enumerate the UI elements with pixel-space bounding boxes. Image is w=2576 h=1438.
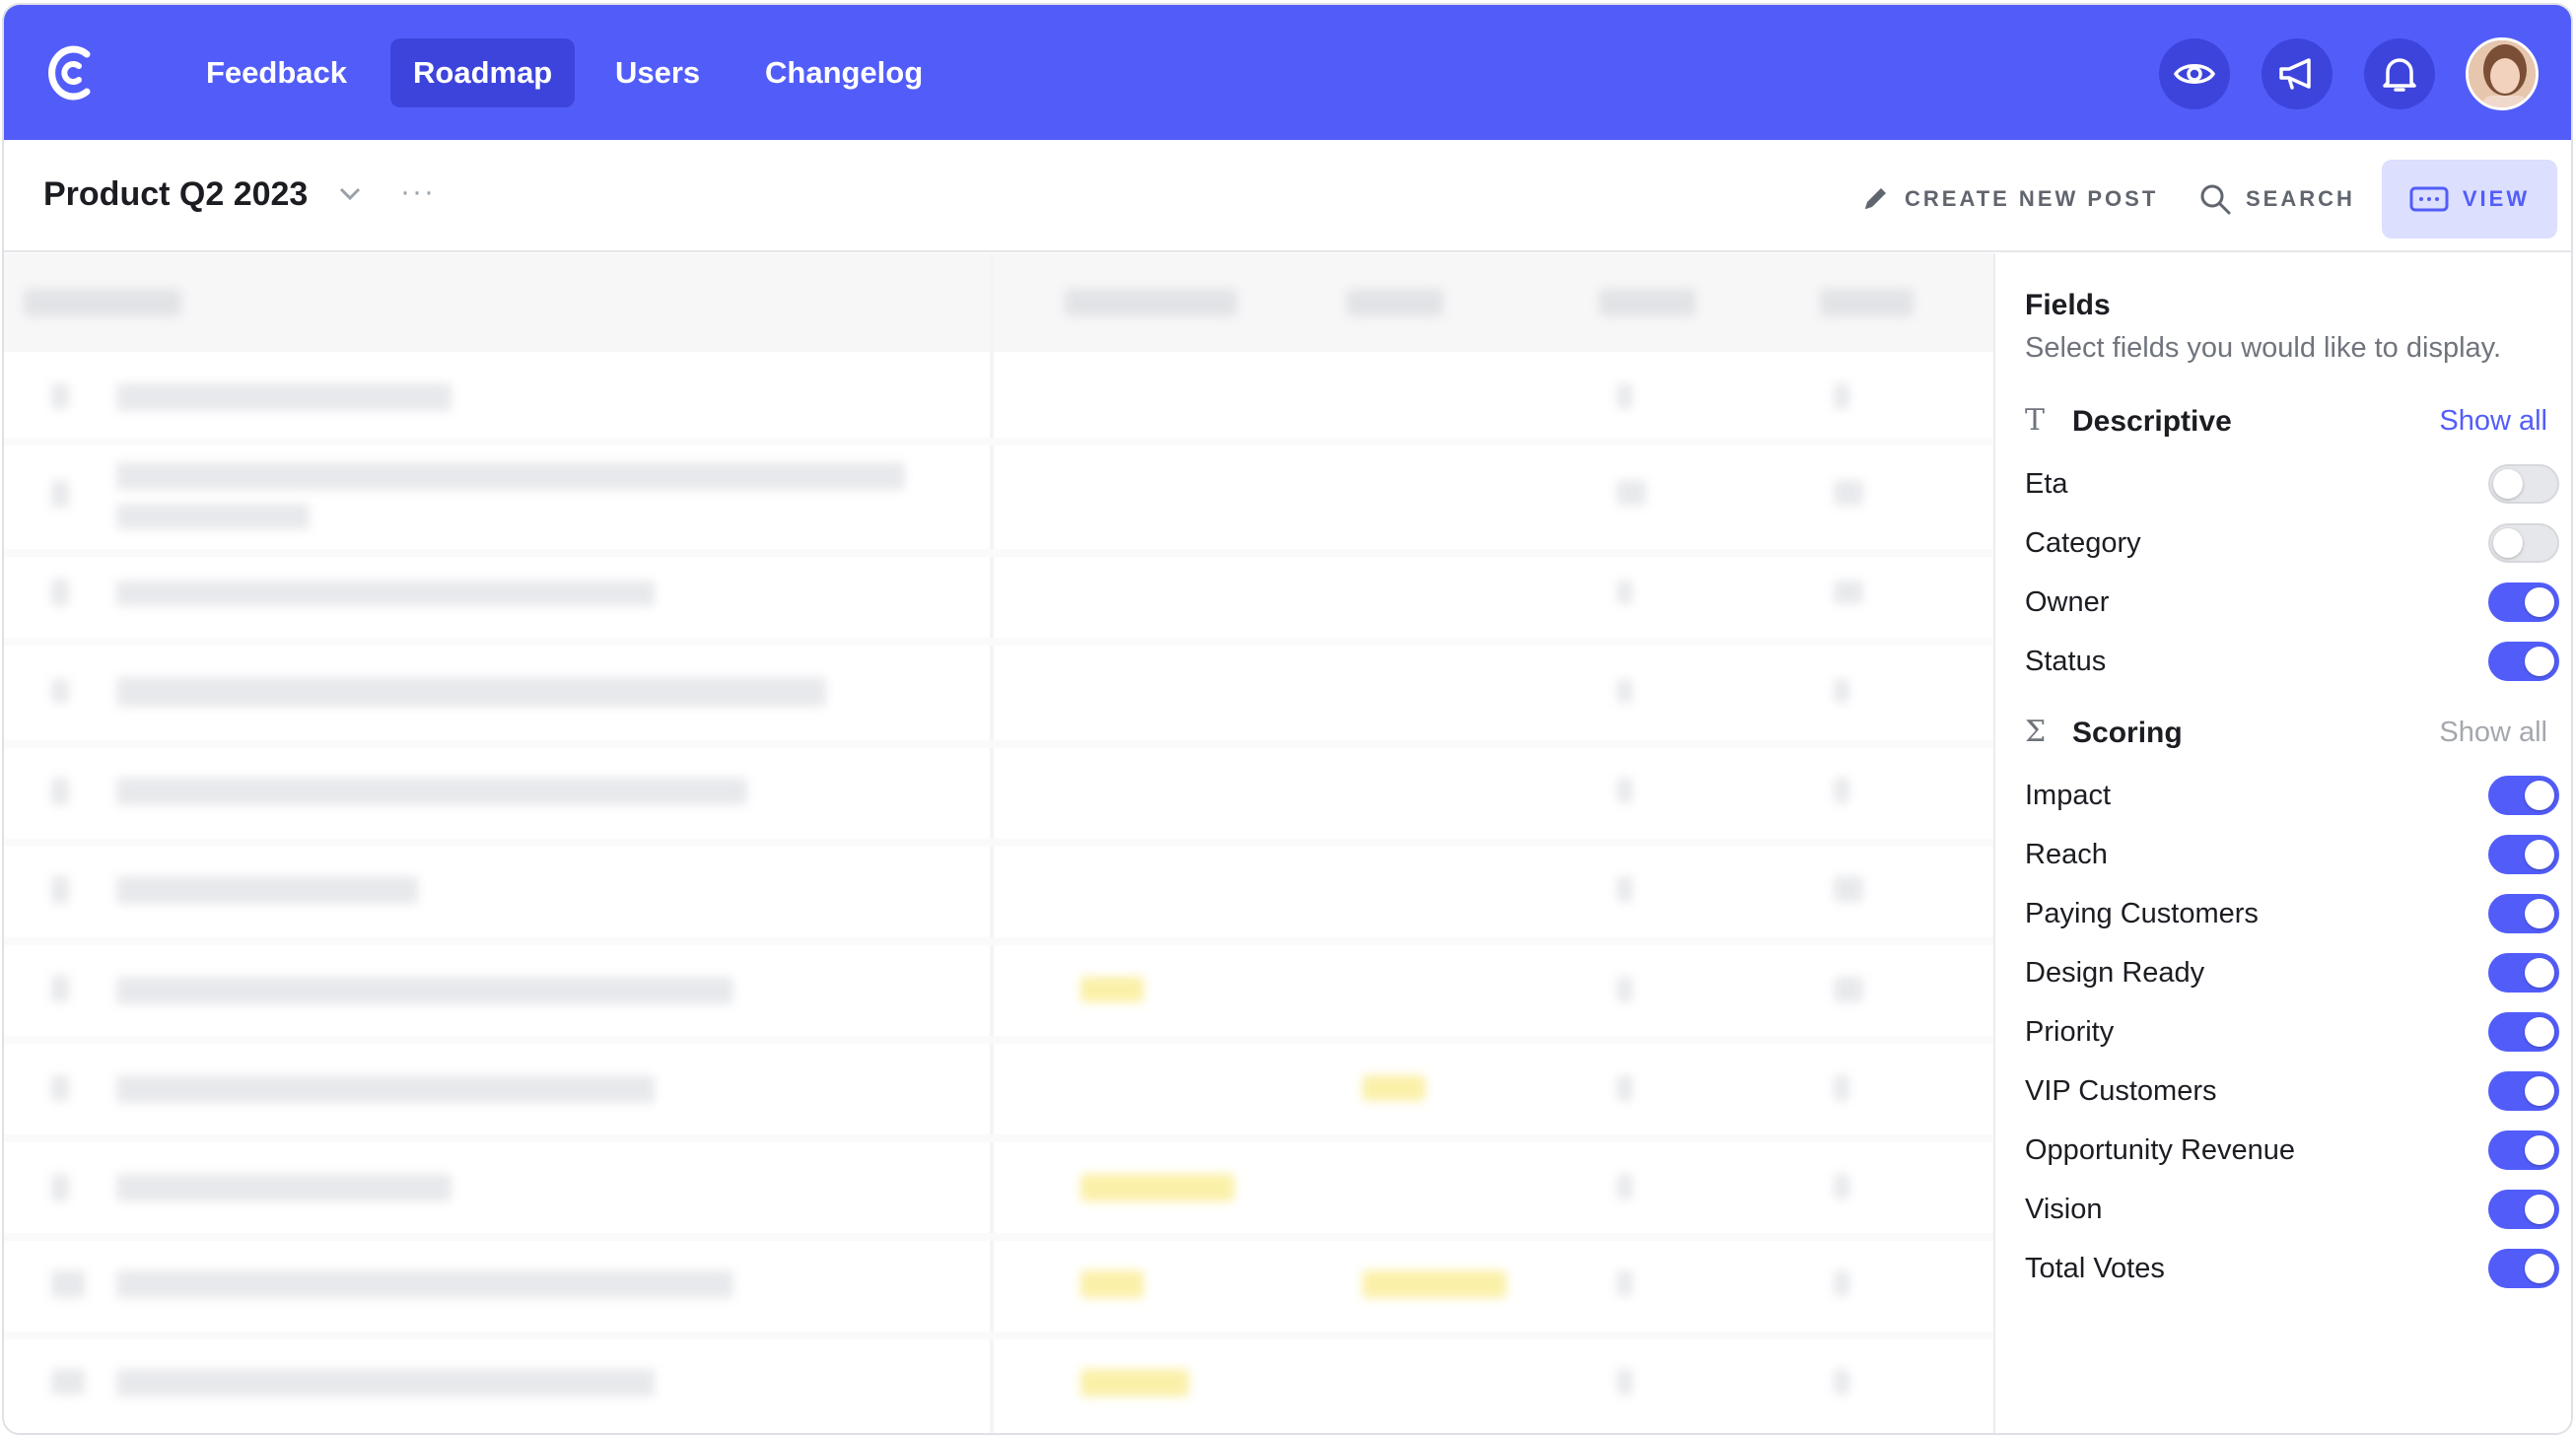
- field-row-priority: Priority: [2025, 1010, 2559, 1054]
- toggle-reach[interactable]: [2488, 835, 2559, 874]
- field-row-impact: Impact: [2025, 774, 2559, 817]
- field-label: Total Votes: [2025, 1253, 2165, 1284]
- user-photo-icon: [2469, 40, 2536, 107]
- nav-feedback[interactable]: Feedback: [183, 38, 370, 107]
- field-label: Priority: [2025, 1016, 2115, 1048]
- nav-users[interactable]: Users: [592, 38, 723, 107]
- field-label: Status: [2025, 646, 2107, 677]
- preview-button[interactable]: [2159, 38, 2230, 109]
- toggle-vision[interactable]: [2488, 1190, 2559, 1229]
- create-new-post-button[interactable]: CREATE NEW POST: [1859, 160, 2158, 239]
- board-toolbar: Product Q2 2023 ··· CREATE NEW POST SEAR…: [4, 140, 2571, 252]
- create-new-post-label: CREATE NEW POST: [1905, 186, 2159, 211]
- field-label: Opportunity Revenue: [2025, 1134, 2296, 1166]
- fields-panel: Fields Select fields you would like to d…: [1993, 253, 2571, 1433]
- text-type-icon: T: [2025, 403, 2046, 438]
- logo-icon[interactable]: [43, 40, 103, 105]
- app-window: Feedback Roadmap Users Changelog Product…: [2, 3, 2573, 1435]
- panel-title: Fields: [2025, 289, 2111, 321]
- sigma-icon: Σ: [2025, 715, 2047, 749]
- announcements-button[interactable]: [2262, 38, 2332, 109]
- avatar[interactable]: [2466, 37, 2539, 110]
- search-label: SEARCH: [2246, 186, 2355, 211]
- toggle-status[interactable]: [2488, 642, 2559, 681]
- field-label: Paying Customers: [2025, 898, 2259, 929]
- field-label: Category: [2025, 527, 2141, 559]
- view-label: VIEW: [2462, 186, 2531, 211]
- nav-roadmap[interactable]: Roadmap: [390, 38, 576, 107]
- toggle-design-ready[interactable]: [2488, 953, 2559, 993]
- field-row-eta: Eta: [2025, 462, 2559, 506]
- field-label: Reach: [2025, 839, 2108, 870]
- board-title[interactable]: Product Q2 2023: [43, 175, 308, 214]
- field-label: Impact: [2025, 780, 2112, 811]
- toggle-owner[interactable]: [2488, 582, 2559, 622]
- toggle-priority[interactable]: [2488, 1012, 2559, 1052]
- field-label: Vision: [2025, 1194, 2103, 1225]
- group-label: Descriptive: [2072, 405, 2232, 438]
- field-row-reach: Reach: [2025, 833, 2559, 876]
- megaphone-icon: [2279, 58, 2311, 90]
- field-row-category: Category: [2025, 521, 2559, 565]
- eye-icon: [2173, 64, 2216, 84]
- field-label: VIP Customers: [2025, 1075, 2217, 1107]
- field-row-vip-customers: VIP Customers: [2025, 1069, 2559, 1113]
- toggle-vip-customers[interactable]: [2488, 1071, 2559, 1111]
- field-row-design-ready: Design Ready: [2025, 951, 2559, 994]
- toggle-paying-customers[interactable]: [2488, 894, 2559, 933]
- show-all-scoring-link[interactable]: Show all: [2439, 717, 2547, 749]
- group-scoring: Σ Scoring Show all: [2025, 715, 2547, 754]
- chevron-down-icon[interactable]: [337, 183, 363, 203]
- toggle-category[interactable]: [2488, 523, 2559, 563]
- group-label: Scoring: [2072, 717, 2183, 749]
- view-layout-icon: [2409, 186, 2449, 212]
- pencil-icon: [1865, 188, 1886, 209]
- search-button[interactable]: SEARCH: [2198, 160, 2355, 239]
- table-header-blurred: [4, 253, 1993, 352]
- field-row-owner: Owner: [2025, 581, 2559, 624]
- view-button[interactable]: VIEW: [2382, 160, 2557, 239]
- field-label: Design Ready: [2025, 957, 2205, 989]
- bell-icon: [2383, 58, 2416, 92]
- notifications-button[interactable]: [2364, 38, 2435, 109]
- toggle-total-votes[interactable]: [2488, 1249, 2559, 1288]
- group-descriptive: T Descriptive Show all: [2025, 403, 2547, 443]
- roadmap-table-blurred: [4, 253, 1993, 1433]
- search-icon: [2200, 184, 2231, 215]
- field-row-paying-customers: Paying Customers: [2025, 892, 2559, 935]
- toggle-opportunity-revenue[interactable]: [2488, 1130, 2559, 1170]
- field-row-total-votes: Total Votes: [2025, 1247, 2559, 1290]
- nav-changelog[interactable]: Changelog: [742, 38, 945, 107]
- field-label: Eta: [2025, 468, 2068, 500]
- field-row-vision: Vision: [2025, 1188, 2559, 1231]
- toggle-eta[interactable]: [2488, 464, 2559, 504]
- field-row-status: Status: [2025, 640, 2559, 683]
- field-label: Owner: [2025, 586, 2110, 618]
- toggle-impact[interactable]: [2488, 776, 2559, 815]
- field-row-opportunity-revenue: Opportunity Revenue: [2025, 1129, 2559, 1172]
- more-options-button[interactable]: ···: [400, 175, 436, 209]
- panel-subtitle: Select fields you would like to display.: [2025, 332, 2502, 364]
- top-nav: Feedback Roadmap Users Changelog: [4, 5, 2571, 140]
- show-all-descriptive-link[interactable]: Show all: [2439, 405, 2547, 438]
